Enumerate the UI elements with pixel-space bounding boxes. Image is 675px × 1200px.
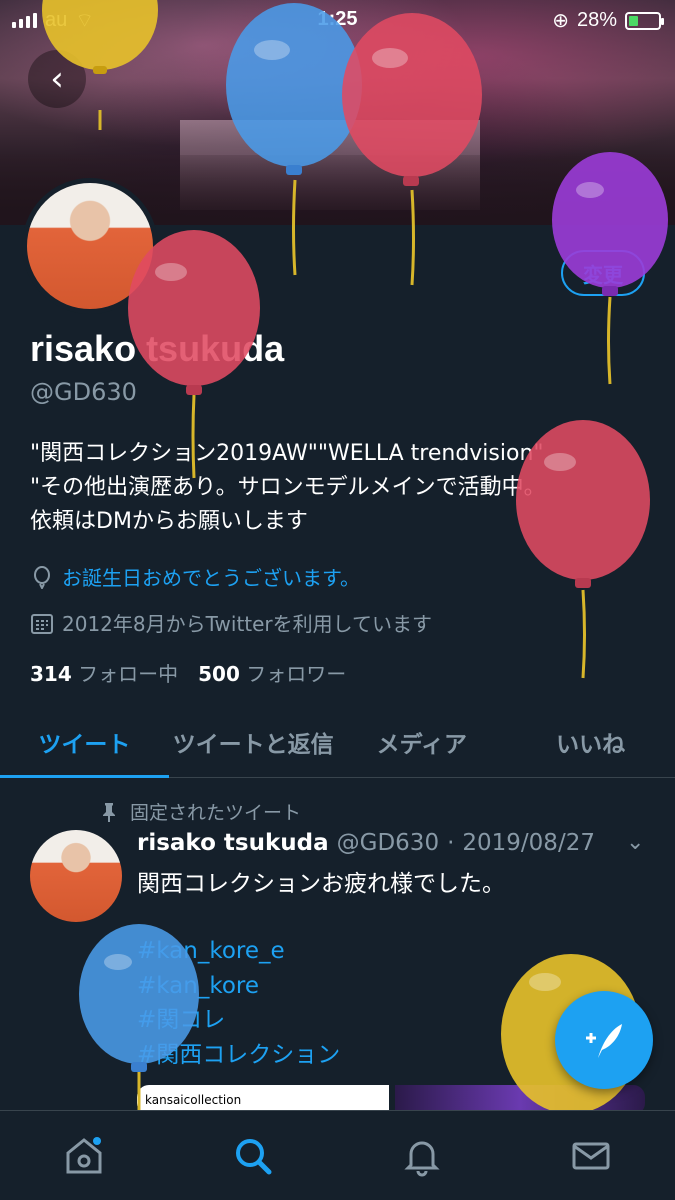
orientation-lock-icon: ⊕ [552,10,569,32]
tweet-avatar[interactable] [30,830,122,922]
calendar-icon [31,613,53,634]
bio-line: "関西コレクション2019AW""WELLA trendvision" [30,441,544,466]
profile-tabs: ツイート ツイートと返信 メディア いいね [0,706,675,778]
compose-icon [586,1024,622,1058]
tweet-header: risako tsukuda @GD630 · 2019/08/27 [137,830,595,856]
joined-row: 2012年8月からTwitterを利用しています [30,608,432,637]
hashtag-link[interactable]: #関コレ [137,1003,340,1038]
birthday-row: お誕生日おめでとうございます。 [30,562,360,591]
hashtag-link[interactable]: #kan_kore_e [137,934,340,969]
tweet-hashtags: #kan_kore_e #kan_kore #関コレ #関西コレクション [137,934,340,1072]
followers-label: フォロワー [246,662,347,686]
tab-tweets-and-replies[interactable]: ツイートと返信 [169,706,338,777]
nav-search[interactable] [213,1116,293,1196]
mail-icon [572,1142,610,1169]
battery-icon [625,11,664,30]
edit-profile-button[interactable]: 変更 [561,250,645,296]
bell-icon [404,1141,440,1176]
status-right: ⊕ 28% [552,8,664,33]
back-arrow-icon: ‹ [50,59,64,99]
tweet-date: 2019/08/27 [462,830,595,856]
bio-line: "その他出演歴あり。サロンモデルメインで活動中。 [30,475,546,500]
bio-line: 依頼はDMからお願いします [30,509,308,534]
joined-text: 2012年8月からTwitterを利用しています [62,612,433,636]
compose-tweet-button[interactable] [555,991,653,1089]
search-icon [236,1138,272,1174]
tweet-author-name[interactable]: risako tsukuda [137,830,329,856]
bottom-navigation [0,1110,675,1200]
profile-avatar[interactable] [22,178,158,314]
battery-percent: 28% [576,9,617,31]
followers-link[interactable]: 500 フォロワー [198,658,346,687]
following-link[interactable]: 314 フォロー中 [30,658,178,687]
profile-bio: "関西コレクション2019AW""WELLA trendvision" "その他… [30,437,650,539]
profile-name: risako tsukuda [30,328,285,369]
media-account-name: kansaicollection [145,1093,242,1107]
following-count: 314 [30,662,72,686]
tweet-separator: · [447,830,455,856]
pin-icon [103,802,115,822]
tab-media[interactable]: メディア [338,706,507,777]
tab-tweets[interactable]: ツイート [0,706,169,778]
tweet-author-handle: @GD630 [336,830,440,856]
followers-count: 500 [198,662,240,686]
tweet-text: 関西コレクションお疲れ様でした。 [137,871,505,897]
pinned-label-row: 固定されたツイート [100,798,301,825]
following-label: フォロー中 [78,662,179,686]
nav-notifications[interactable] [382,1116,462,1196]
balloon-icon [34,565,50,589]
nav-messages[interactable] [551,1116,631,1196]
tab-likes[interactable]: いいね [506,706,675,777]
follow-stats: 314 フォロー中 500 フォロワー [30,658,346,687]
back-button[interactable]: ‹ [28,50,86,108]
status-bar: au ⌔ 1:25 ⊕ 28% [0,0,675,40]
chevron-down-icon[interactable]: ⌄ [626,830,644,855]
pinned-label: 固定されたツイート [130,802,302,824]
birthday-text: お誕生日おめでとうございます。 [62,566,360,590]
home-icon [66,1136,102,1173]
hashtag-link[interactable]: #kan_kore [137,969,340,1004]
hashtag-link[interactable]: #関西コレクション [137,1038,340,1073]
profile-handle: @GD630 [30,378,137,406]
nav-home[interactable] [44,1116,124,1196]
